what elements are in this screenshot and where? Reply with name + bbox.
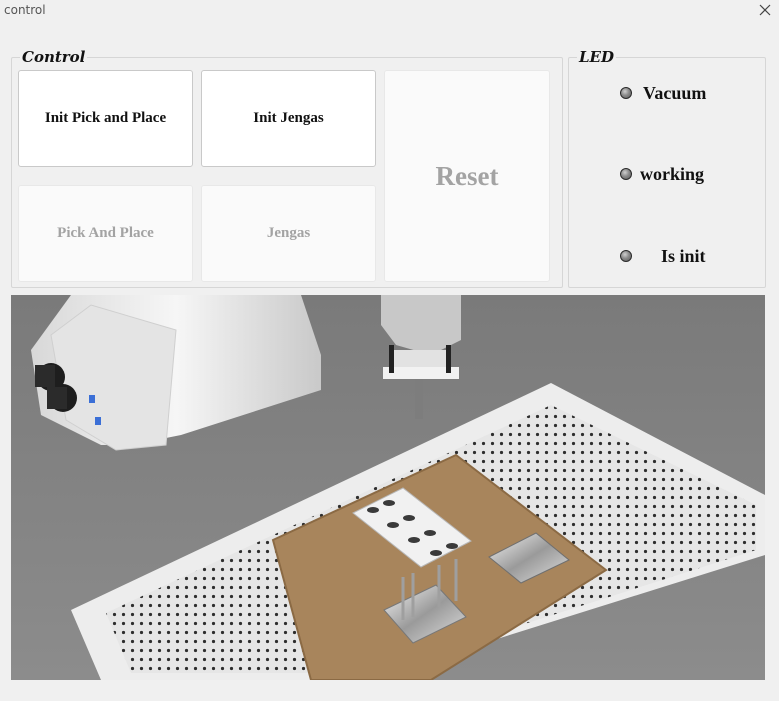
pick-and-place-button[interactable]: Pick And Place [18, 185, 193, 282]
is-init-led-indicator [620, 250, 632, 262]
vacuum-led-label: Vacuum [643, 83, 707, 103]
working-led-indicator [620, 168, 632, 180]
window-title: control [4, 3, 46, 17]
init-jengas-button[interactable]: Init Jengas [201, 70, 376, 167]
init-pick-and-place-button[interactable]: Init Pick and Place [18, 70, 193, 167]
vacuum-led-indicator [620, 87, 632, 99]
control-group-title: Control [20, 48, 88, 66]
led-group-title: LED [577, 48, 616, 66]
close-icon[interactable] [757, 2, 773, 18]
reset-button[interactable]: Reset [384, 70, 550, 282]
is-init-led-label: Is init [661, 246, 706, 266]
jengas-button[interactable]: Jengas [201, 185, 376, 282]
robot-scene-image [11, 295, 765, 680]
working-led-label: working [640, 164, 705, 184]
title-bar: control [0, 0, 779, 22]
